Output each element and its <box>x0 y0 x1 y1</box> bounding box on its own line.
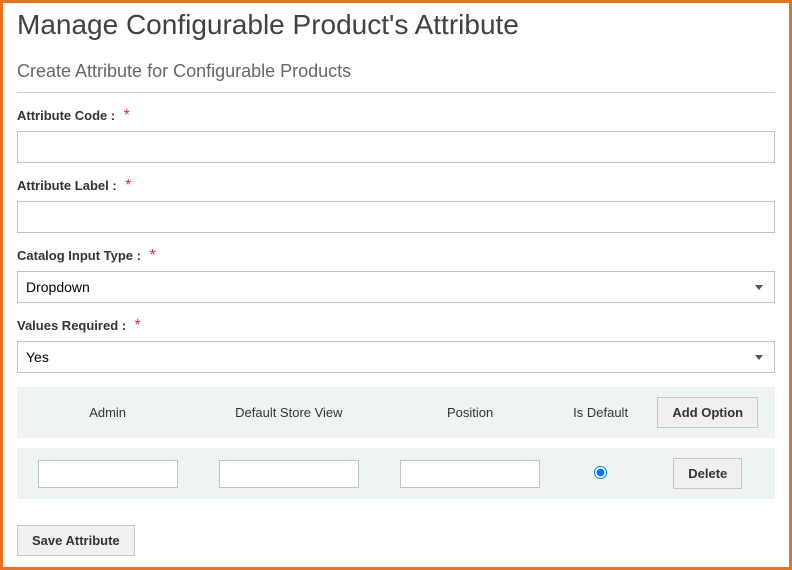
attribute-label-label: Attribute Label : <box>17 178 117 193</box>
field-catalog-input-type: Catalog Input Type : * Dropdown <box>17 247 775 303</box>
values-required-select[interactable]: Yes <box>17 341 775 373</box>
catalog-input-type-select[interactable]: Dropdown <box>17 271 775 303</box>
col-actions: Add Option <box>641 387 776 438</box>
table-row-spacer <box>17 499 775 509</box>
col-default-store-view: Default Store View <box>198 387 379 438</box>
col-admin: Admin <box>17 387 198 438</box>
option-storeview-input[interactable] <box>219 460 359 488</box>
table-row: Delete <box>17 448 775 499</box>
required-mark: * <box>124 107 130 124</box>
attribute-label-input[interactable] <box>17 201 775 233</box>
save-attribute-button[interactable]: Save Attribute <box>17 525 135 556</box>
page-title: Manage Configurable Product's Attribute <box>17 9 775 41</box>
option-position-input[interactable] <box>400 460 540 488</box>
values-required-label: Values Required : <box>17 318 126 333</box>
table-row-spacer <box>17 438 775 448</box>
option-admin-input[interactable] <box>38 460 178 488</box>
section-title: Create Attribute for Configurable Produc… <box>17 61 775 93</box>
field-values-required: Values Required : * Yes <box>17 317 775 373</box>
add-option-button[interactable]: Add Option <box>657 397 758 428</box>
field-attribute-code: Attribute Code : * <box>17 107 775 163</box>
catalog-input-type-label: Catalog Input Type : <box>17 248 141 263</box>
required-mark: * <box>135 317 141 334</box>
col-is-default: Is Default <box>561 387 641 438</box>
attribute-code-input[interactable] <box>17 131 775 163</box>
delete-option-button[interactable]: Delete <box>673 458 742 489</box>
options-table: Admin Default Store View Position Is Def… <box>17 387 775 509</box>
col-position: Position <box>379 387 560 438</box>
required-mark: * <box>149 247 155 264</box>
field-attribute-label: Attribute Label : * <box>17 177 775 233</box>
option-is-default-radio[interactable] <box>594 466 607 479</box>
attribute-code-label: Attribute Code : <box>17 108 115 123</box>
required-mark: * <box>125 177 131 194</box>
